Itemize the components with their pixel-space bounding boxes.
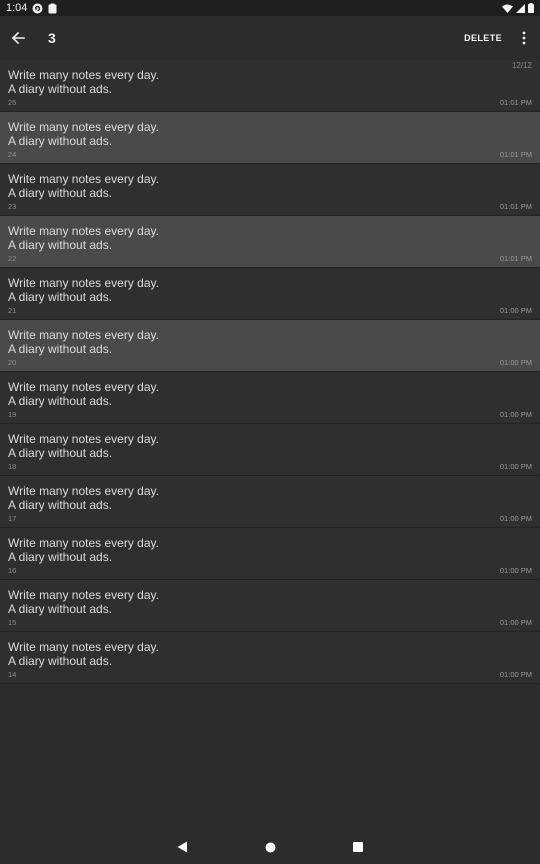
nav-recents-button[interactable] xyxy=(351,840,365,854)
note-line-1: Write many notes every day. xyxy=(8,432,159,446)
note-number: 16 xyxy=(8,566,17,575)
note-line-1: Write many notes every day. xyxy=(8,380,159,394)
note-line-1: Write many notes every day. xyxy=(8,536,159,550)
note-line-2: A diary without ads. xyxy=(8,290,113,304)
note-line-2: A diary without ads. xyxy=(8,134,113,148)
note-counter: 12/12 xyxy=(511,61,532,70)
note-number: 19 xyxy=(8,410,17,419)
overflow-menu-button[interactable] xyxy=(512,24,536,52)
note-line-1: Write many notes every day. xyxy=(8,224,159,238)
note-line-2: A diary without ads. xyxy=(8,394,113,408)
status-left: 1:04 xyxy=(0,2,57,14)
note-line-1: Write many notes every day. xyxy=(8,68,159,82)
note-time: 01:00 PM xyxy=(499,566,532,575)
note-text: Write many notes every day. A diary witho… xyxy=(8,536,159,564)
note-list-item[interactable]: Write many notes every day. A diary witho… xyxy=(0,112,540,164)
nav-back-button[interactable] xyxy=(175,840,189,854)
note-list-item[interactable]: Write many notes every day. A diary witho… xyxy=(0,268,540,320)
note-number: 18 xyxy=(8,462,17,471)
note-time: 01:00 PM xyxy=(499,514,532,523)
navigation-bar xyxy=(0,830,540,864)
note-list-item[interactable]: Write many notes every day. A diary witho… xyxy=(0,60,540,112)
note-time: 01:00 PM xyxy=(499,306,532,315)
note-text: Write many notes every day. A diary witho… xyxy=(8,224,159,252)
note-number: 24 xyxy=(8,150,17,159)
note-line-1: Write many notes every day. xyxy=(8,172,159,186)
note-text: Write many notes every day. A diary witho… xyxy=(8,328,159,356)
note-number: 25 xyxy=(8,98,17,107)
note-list: Write many notes every day. A diary witho… xyxy=(0,60,540,684)
note-time: 01:00 PM xyxy=(499,462,532,471)
screen: 1:04 3 DELETE Write many notes every day… xyxy=(0,0,540,864)
status-time: 1:04 xyxy=(6,2,28,14)
more-vert-icon xyxy=(522,31,526,45)
note-number: 22 xyxy=(8,254,17,263)
note-number: 20 xyxy=(8,358,17,367)
nav-home-button[interactable] xyxy=(263,840,277,854)
note-number: 21 xyxy=(8,306,17,315)
note-list-item[interactable]: Write many notes every day. A diary witho… xyxy=(0,320,540,372)
note-text: Write many notes every day. A diary witho… xyxy=(8,588,159,616)
note-line-2: A diary without ads. xyxy=(8,186,113,200)
note-text: Write many notes every day. A diary witho… xyxy=(8,640,159,668)
recents-square-icon xyxy=(353,842,363,852)
note-line-2: A diary without ads. xyxy=(8,550,113,564)
note-line-1: Write many notes every day. xyxy=(8,328,159,342)
note-number: 15 xyxy=(8,618,17,627)
note-list-item[interactable]: Write many notes every day. A diary witho… xyxy=(0,216,540,268)
signal-icon xyxy=(516,3,525,13)
note-line-2: A diary without ads. xyxy=(8,238,113,252)
note-line-2: A diary without ads. xyxy=(8,498,113,512)
note-time: 01:00 PM xyxy=(499,358,532,367)
note-text: Write many notes every day. A diary witho… xyxy=(8,432,159,460)
note-text: Write many notes every day. A diary witho… xyxy=(8,380,159,408)
clipboard-icon xyxy=(48,3,57,14)
status-bar: 1:04 xyxy=(0,0,540,16)
note-list-item[interactable]: Write many notes every day. A diary witho… xyxy=(0,372,540,424)
note-text: Write many notes every day. A diary witho… xyxy=(8,120,159,148)
note-number: 23 xyxy=(8,202,17,211)
note-list-item[interactable]: Write many notes every day. A diary witho… xyxy=(0,476,540,528)
note-list-item[interactable]: Write many notes every day. A diary witho… xyxy=(0,424,540,476)
note-text: Write many notes every day. A diary witho… xyxy=(8,276,159,304)
note-time: 01:00 PM xyxy=(499,410,532,419)
selection-toolbar: 3 DELETE xyxy=(0,16,540,60)
note-line-2: A diary without ads. xyxy=(8,82,113,96)
selection-count: 3 xyxy=(48,30,56,46)
wifi-icon xyxy=(502,4,513,13)
note-number: 17 xyxy=(8,514,17,523)
sync-icon xyxy=(32,3,43,14)
note-text: Write many notes every day. A diary witho… xyxy=(8,68,159,96)
note-time: 01:01 PM xyxy=(499,98,532,107)
note-line-2: A diary without ads. xyxy=(8,602,113,616)
note-time: 01:00 PM xyxy=(499,670,532,679)
arrow-left-icon xyxy=(11,31,25,45)
note-time: 01:01 PM xyxy=(499,202,532,211)
note-line-1: Write many notes every day. xyxy=(8,640,159,654)
note-line-2: A diary without ads. xyxy=(8,342,113,356)
note-number: 14 xyxy=(8,670,17,679)
back-triangle-icon xyxy=(177,841,187,853)
delete-button[interactable]: DELETE xyxy=(458,27,508,49)
note-list-item[interactable]: Write many notes every day. A diary witho… xyxy=(0,528,540,580)
status-right xyxy=(502,3,540,13)
note-text: Write many notes every day. A diary witho… xyxy=(8,484,159,512)
note-text: Write many notes every day. A diary witho… xyxy=(8,172,159,200)
note-list-item[interactable]: Write many notes every day. A diary witho… xyxy=(0,164,540,216)
battery-icon xyxy=(528,3,534,13)
note-line-2: A diary without ads. xyxy=(8,446,113,460)
back-button[interactable] xyxy=(0,20,36,56)
note-line-1: Write many notes every day. xyxy=(8,588,159,602)
note-list-item[interactable]: Write many notes every day. A diary witho… xyxy=(0,632,540,684)
note-time: 01:00 PM xyxy=(499,618,532,627)
note-time: 01:01 PM xyxy=(499,254,532,263)
note-time: 01:01 PM xyxy=(499,150,532,159)
note-line-1: Write many notes every day. xyxy=(8,484,159,498)
home-circle-icon xyxy=(265,842,275,852)
note-list-item[interactable]: Write many notes every day. A diary witho… xyxy=(0,580,540,632)
note-line-2: A diary without ads. xyxy=(8,654,113,668)
note-line-1: Write many notes every day. xyxy=(8,276,159,290)
note-line-1: Write many notes every day. xyxy=(8,120,159,134)
